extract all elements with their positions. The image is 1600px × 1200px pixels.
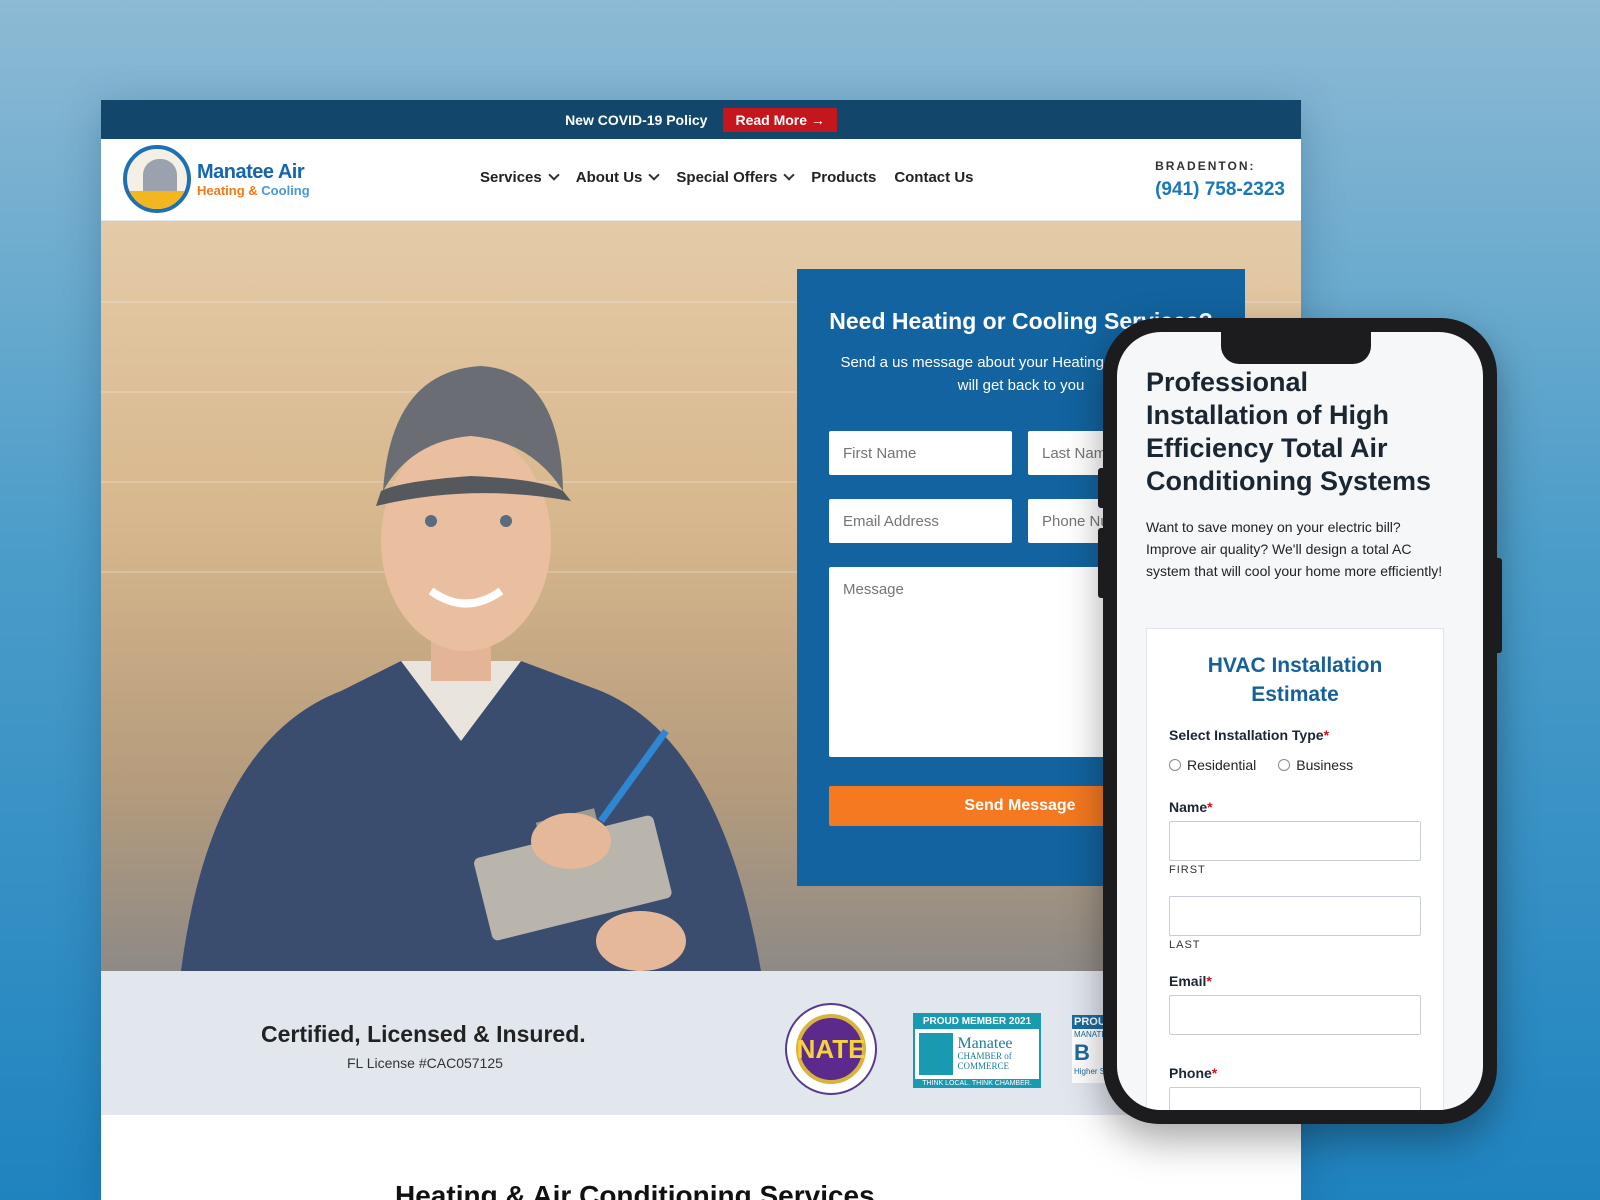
email-input[interactable]: [1169, 995, 1421, 1035]
email-field[interactable]: [829, 499, 1012, 543]
chamber-tagline: THINK LOCAL. THINK CHAMBER.: [915, 1079, 1039, 1088]
nav-item-about-us[interactable]: About Us: [575, 169, 661, 186]
first-sublabel: FIRST: [1169, 864, 1206, 876]
nav-item-contact-us[interactable]: Contact Us: [894, 169, 973, 186]
email-label: Email*: [1169, 973, 1212, 989]
nav-label: Products: [811, 169, 877, 186]
radio-circle-icon: [1278, 759, 1291, 771]
nate-logo-icon: NATE: [785, 1003, 877, 1095]
last-sublabel: LAST: [1169, 939, 1201, 951]
nate-label: NATE: [796, 1014, 866, 1084]
nav-label: Contact Us: [894, 169, 974, 186]
radio-residential[interactable]: Residential: [1169, 757, 1256, 773]
chevron-down-icon: [783, 169, 795, 181]
nav-item-services[interactable]: Services: [480, 169, 560, 186]
read-more-button[interactable]: Read More →: [723, 107, 837, 132]
first-name-field[interactable]: [829, 431, 1012, 475]
mobile-screen: Professional Installation of High Effici…: [1117, 332, 1483, 1110]
site-header: Manatee Air Heating & Cooling Services A…: [101, 139, 1301, 221]
chamber-of-commerce-logo: PROUD MEMBER 2021 Manatee CHAMBER of COMM…: [913, 1013, 1041, 1088]
chamber-name: Manatee: [957, 1035, 1013, 1052]
logo-title: Manatee Air: [197, 160, 305, 183]
last-name-input[interactable]: [1169, 896, 1421, 936]
chevron-down-icon: [548, 169, 560, 181]
certified-heading: Certified, Licensed & Insured.: [261, 1021, 586, 1047]
main-nav: Services About Us Special Offers Product…: [480, 169, 974, 186]
first-name-input[interactable]: [1169, 821, 1421, 861]
chamber-mark-icon: [919, 1033, 954, 1075]
phone-link[interactable]: (941) 758-2323: [1155, 179, 1285, 201]
name-label: Name*: [1169, 799, 1213, 815]
license-number: FL License #CAC057125: [347, 1055, 503, 1071]
nav-item-special-offers[interactable]: Special Offers: [676, 169, 795, 186]
logo-ampersand: &: [244, 182, 262, 198]
services-heading: Heating & Air Conditioning Services: [395, 1180, 875, 1200]
radio-business[interactable]: Business: [1278, 757, 1353, 773]
mobile-page-title: Professional Installation of High Effici…: [1146, 367, 1432, 496]
phone-notch: [1221, 332, 1371, 364]
estimate-title: HVAC Installation Estimate: [1207, 654, 1383, 706]
install-type-label: Select Installation Type*: [1169, 727, 1330, 743]
mobile-phone-frame: Professional Installation of High Effici…: [1098, 318, 1502, 1124]
nav-item-products[interactable]: Products: [811, 169, 876, 186]
nav-label: Special Offers: [676, 169, 778, 186]
technician-photo: [181, 366, 761, 971]
logo-cooling: Cooling: [261, 182, 310, 198]
estimate-form: HVAC Installation Estimate Select Instal…: [1146, 628, 1444, 1110]
header-contact: BRADENTON: (941) 758-2323: [1155, 159, 1285, 201]
chamber-sub: CHAMBER of COMMERCE: [957, 1051, 1012, 1071]
logo[interactable]: Manatee Air Heating & Cooling: [123, 145, 310, 213]
chevron-down-icon: [648, 169, 661, 181]
covid-policy-text: New COVID-19 Policy: [565, 111, 708, 128]
chamber-top: PROUD MEMBER 2021: [915, 1015, 1039, 1029]
nav-label: About Us: [575, 169, 643, 186]
radio-circle-icon: [1169, 759, 1181, 771]
mobile-intro-text: Want to save money on your electric bill…: [1146, 519, 1443, 579]
phone-input[interactable]: [1169, 1087, 1421, 1110]
logo-heating: Heating: [197, 182, 245, 198]
announcement-bar: New COVID-19 Policy Read More →: [101, 100, 1301, 139]
phone-label: Phone*: [1169, 1065, 1218, 1081]
nav-label: Services: [480, 169, 542, 186]
location-label: BRADENTON:: [1155, 159, 1256, 173]
manatee-mascot-icon: [123, 145, 191, 213]
